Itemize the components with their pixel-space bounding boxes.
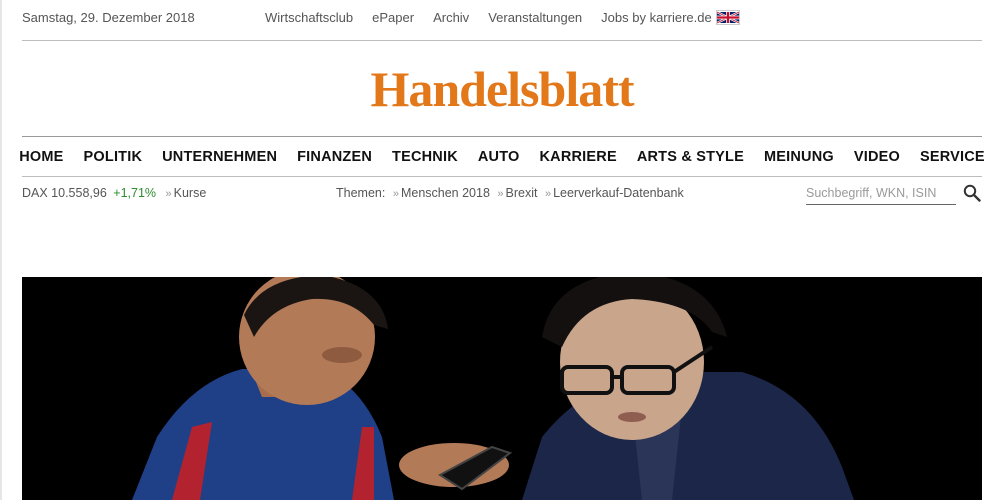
link-wirtschaftsclub[interactable]: Wirtschaftsclub [265,10,353,25]
uk-flag-icon[interactable] [716,10,740,25]
search-icon [963,184,981,202]
nav-finanzen[interactable]: FINANZEN [297,149,372,165]
link-veranstaltungen[interactable]: Veranstaltungen [488,10,582,25]
hero-image[interactable] [22,277,982,500]
theme-leerverkauf-datenbank[interactable]: » Leerverkauf-Datenbank [545,186,684,200]
nav-video[interactable]: VIDEO [854,149,900,165]
page: Samstag, 29. Dezember 2018 Wirtschaftscl… [19,0,985,500]
kurse-link[interactable]: » Kurse [166,186,207,200]
main-navigation: HOME POLITIK UNTERNEHMEN FINANZEN TECHNI… [19,137,985,176]
top-links: Wirtschaftsclub ePaper Archiv Veranstalt… [265,10,731,25]
nav-service[interactable]: SERVICE [920,149,985,165]
nav-karriere[interactable]: KARRIERE [540,149,617,165]
theme-brexit[interactable]: » Brexit [497,186,537,200]
search-button[interactable] [962,183,982,203]
search-input[interactable] [806,182,956,205]
link-jobs[interactable]: Jobs by karriere.de [601,10,712,25]
theme-menschen-2018[interactable]: » Menschen 2018 [393,186,490,200]
nav-politik[interactable]: POLITIK [84,149,143,165]
top-utility-bar: Samstag, 29. Dezember 2018 Wirtschaftscl… [22,0,982,40]
current-date: Samstag, 29. Dezember 2018 [22,10,195,25]
dax-change: +1,71% [113,186,157,200]
dax-value: DAX 10.558,96 [22,186,107,200]
themes-bar: Themen: » Menschen 2018 » Brexit » Leerverk… [336,186,684,200]
divider [22,176,982,177]
page-left-edge [0,0,2,500]
market-ticker: DAX 10.558,96 +1,71% » Kurse [22,186,206,200]
nav-meinung[interactable]: MEINUNG [764,149,834,165]
chevron-right-icon: » [165,188,172,200]
theme-label: Leerverkauf-Datenbank [553,186,684,200]
nav-home[interactable]: HOME [19,149,63,165]
chevron-right-icon: » [497,188,504,200]
themes-label: Themen: [336,186,386,200]
chevron-right-icon: » [392,188,399,200]
link-epaper[interactable]: ePaper [372,10,414,25]
divider [22,40,982,41]
nav-technik[interactable]: TECHNIK [392,149,458,165]
link-archiv[interactable]: Archiv [433,10,469,25]
nav-unternehmen[interactable]: UNTERNEHMEN [162,149,277,165]
kurse-link-label: Kurse [173,186,207,200]
photo-two-men-looking-at-smartphone [22,277,982,500]
nav-auto[interactable]: AUTO [478,149,520,165]
nav-arts-style[interactable]: ARTS & STYLE [637,149,744,165]
chevron-right-icon: » [544,188,552,200]
theme-label: Brexit [505,186,538,200]
site-logo[interactable]: Handelsblatt [22,58,982,120]
theme-label: Menschen 2018 [400,186,490,200]
